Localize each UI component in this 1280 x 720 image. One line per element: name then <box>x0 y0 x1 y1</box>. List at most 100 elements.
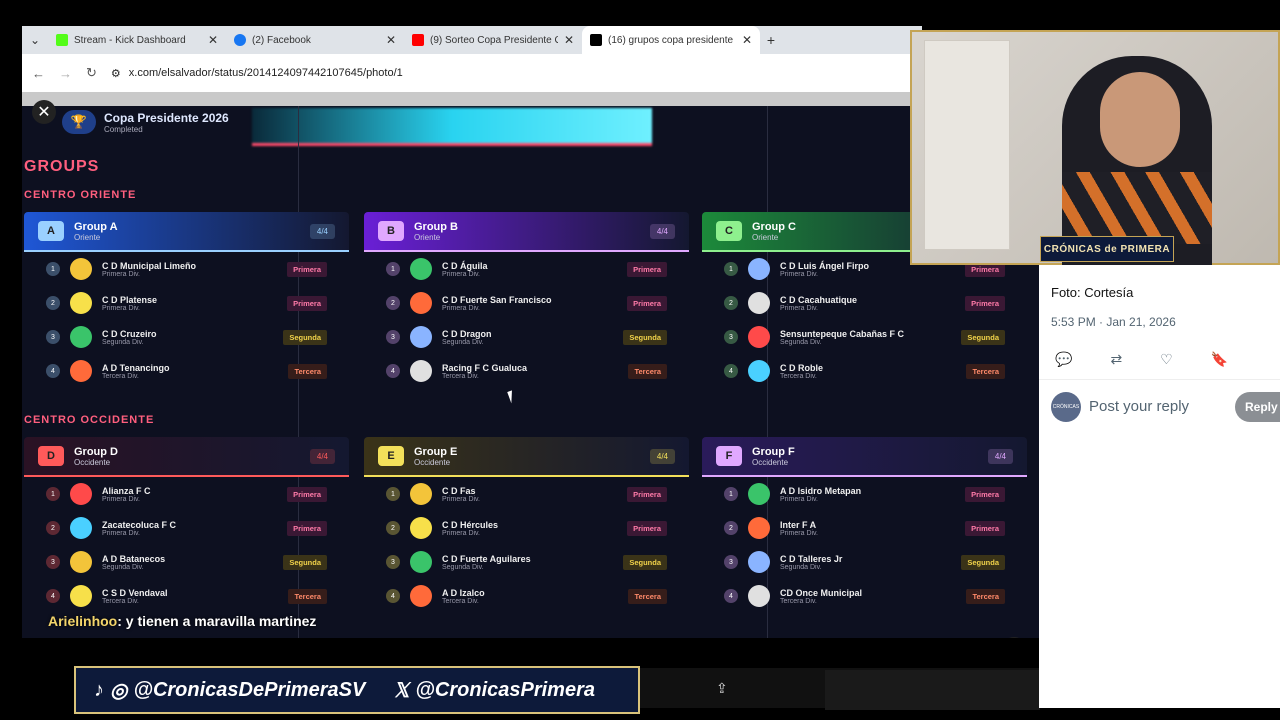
team-crest-icon <box>410 292 432 314</box>
table-row: 3 C D Fuerte Aguilares Segunda Div. Segunda <box>364 545 689 579</box>
site-info-icon[interactable]: ⚙ <box>111 67 121 80</box>
x-icon <box>590 34 602 46</box>
team-crest-icon <box>748 483 770 505</box>
close-tab-icon[interactable]: ✕ <box>386 33 396 47</box>
social-overlay: ♪ ◎ @CronicasDePrimeraSV 𝕏 @CronicasPrim… <box>74 666 640 714</box>
team-name: C D Cruzeiro <box>102 328 157 339</box>
bookmark-icon[interactable]: 🔖 <box>1211 351 1228 368</box>
webcam-overlay <box>910 30 1280 266</box>
like-icon[interactable]: ♡ <box>1160 351 1173 368</box>
group-count: 4/4 <box>309 223 335 239</box>
share-icon[interactable]: ⇪ <box>716 680 728 697</box>
tier-badge: Tercera <box>628 363 667 379</box>
team-crest-icon <box>410 517 432 539</box>
team-crest-icon <box>748 258 770 280</box>
door <box>924 40 1010 250</box>
reply-input[interactable]: Post your reply <box>1089 398 1189 415</box>
instagram-handle: @CronicasDePrimeraSV <box>133 678 366 701</box>
tweet-date[interactable]: 5:53 PM · Jan 21, 2026 <box>1051 315 1176 329</box>
youtube-icon <box>412 34 424 46</box>
tab-kick[interactable]: Stream - Kick Dashboard ✕ <box>48 26 226 54</box>
url-bar[interactable]: ⚙ x.com/elsalvador/status/20141240974421… <box>111 67 403 80</box>
tier-badge: Tercera <box>288 588 327 604</box>
team-division: Primera Div. <box>102 270 140 278</box>
tab-label: (9) Sorteo Copa Presidente Gar <box>430 34 558 46</box>
team-name: Alianza F C <box>102 485 151 496</box>
forward-icon[interactable]: → <box>59 66 72 81</box>
team-division: Primera Div. <box>780 304 818 312</box>
table-row: 4 C D Roble Tercera Div. Tercera <box>702 354 1027 388</box>
table-row: 2 C D Platense Primera Div. Primera <box>24 286 349 320</box>
table-row: 2 C D Cacahuatique Primera Div. Primera <box>702 286 1027 320</box>
team-division: Primera Div. <box>442 304 480 312</box>
group-zone: Oriente <box>414 232 441 242</box>
retweet-icon[interactable]: ⇄ <box>1110 351 1122 368</box>
bottom-bar-right <box>825 670 1040 710</box>
back-icon[interactable]: ← <box>32 66 45 81</box>
close-tab-icon[interactable]: ✕ <box>564 33 574 47</box>
tier-badge: Segunda <box>283 554 327 570</box>
tier-badge: Segunda <box>961 329 1005 345</box>
close-viewer-button[interactable]: ✕ <box>32 100 56 124</box>
tab-x[interactable]: (16) grupos copa presidente - S ✕ <box>582 26 760 54</box>
new-tab-button[interactable]: + <box>760 32 782 48</box>
header-glow-bar <box>252 108 652 146</box>
team-division: Segunda Div. <box>102 563 144 571</box>
group-card-e: E Group E Occidente 4/4 1 C D Fas Primera Div.… <box>364 437 689 609</box>
team-name: A D Izalco <box>442 587 485 598</box>
tab-label: (16) grupos copa presidente - S <box>608 34 736 46</box>
group-header: F Group F Occidente 4/4 <box>702 437 1027 477</box>
team-name: C D Talleres Jr <box>780 553 843 564</box>
tab-youtube[interactable]: (9) Sorteo Copa Presidente Gar ✕ <box>404 26 582 54</box>
team-division: Segunda Div. <box>102 338 144 346</box>
reload-icon[interactable]: ↻ <box>86 65 97 81</box>
table-row: 3 C D Dragon Segunda Div. Segunda <box>364 320 689 354</box>
kick-icon <box>56 34 68 46</box>
team-division: Segunda Div. <box>780 563 822 571</box>
group-letter-badge: C <box>716 221 742 241</box>
group-zone: Occidente <box>414 457 451 467</box>
team-crest-icon <box>748 360 770 382</box>
rank-badge: 4 <box>46 364 60 378</box>
photo-viewer: ✕ 🏆 Copa Presidente 2026 Completed GROUP… <box>22 92 1039 638</box>
tier-badge: Tercera <box>966 588 1005 604</box>
avatar[interactable]: CRÓNICAS <box>1051 392 1081 422</box>
address-toolbar: ← → ↻ ⚙ x.com/elsalvador/status/20141240… <box>22 54 922 92</box>
rank-badge: 1 <box>46 262 60 276</box>
team-division: Primera Div. <box>780 495 818 503</box>
reply-icon[interactable]: 💬 <box>1055 351 1072 368</box>
team-crest-icon <box>410 326 432 348</box>
team-crest-icon <box>70 360 92 382</box>
table-row: 4 Racing F C Gualuca Tercera Div. Tercera <box>364 354 689 388</box>
reply-button[interactable]: Reply <box>1235 392 1280 422</box>
rank-badge: 2 <box>386 296 400 310</box>
group-count: 4/4 <box>649 223 675 239</box>
close-tab-icon[interactable]: ✕ <box>208 33 218 47</box>
group-count: 4/4 <box>649 448 675 464</box>
rank-badge: 4 <box>46 589 60 603</box>
team-name: C D Platense <box>102 294 158 305</box>
table-row: 1 C D Águila Primera Div. Primera <box>364 252 689 286</box>
table-row: 2 C D Hércules Primera Div. Primera <box>364 511 689 545</box>
rank-badge: 1 <box>724 262 738 276</box>
trophy-icon: 🏆 <box>62 110 96 134</box>
tab-facebook[interactable]: (2) Facebook ✕ <box>226 26 404 54</box>
group-card-f: F Group F Occidente 4/4 1 A D Isidro Metapan P… <box>702 437 1027 609</box>
table-row: 2 C D Fuerte San Francisco Primera Div. Pri… <box>364 286 689 320</box>
close-tab-icon[interactable]: ✕ <box>742 33 752 47</box>
group-count: 4/4 <box>987 448 1013 464</box>
group-card-b: B Group B Oriente 4/4 1 C D Águila Primera Div… <box>364 212 689 384</box>
streamer-shirt <box>1062 172 1212 244</box>
rank-badge: 2 <box>46 521 60 535</box>
rank-badge: 2 <box>386 521 400 535</box>
table-row: 2 Zacatecoluca F C Primera Div. Primera <box>24 511 349 545</box>
team-division: Tercera Div. <box>442 597 479 605</box>
group-name: Group E <box>414 445 458 458</box>
group-card-a: A Group A Oriente 4/4 1 C D Municipal Limeño P… <box>24 212 349 384</box>
rank-badge: 1 <box>724 487 738 501</box>
chat-message: Arielinhoo: y tienen a maravilla martine… <box>48 613 316 629</box>
rank-badge: 2 <box>724 521 738 535</box>
team-name: C D Municipal Limeño <box>102 260 197 271</box>
tab-search-icon[interactable]: ⌄ <box>22 29 48 51</box>
team-crest-icon <box>410 585 432 607</box>
